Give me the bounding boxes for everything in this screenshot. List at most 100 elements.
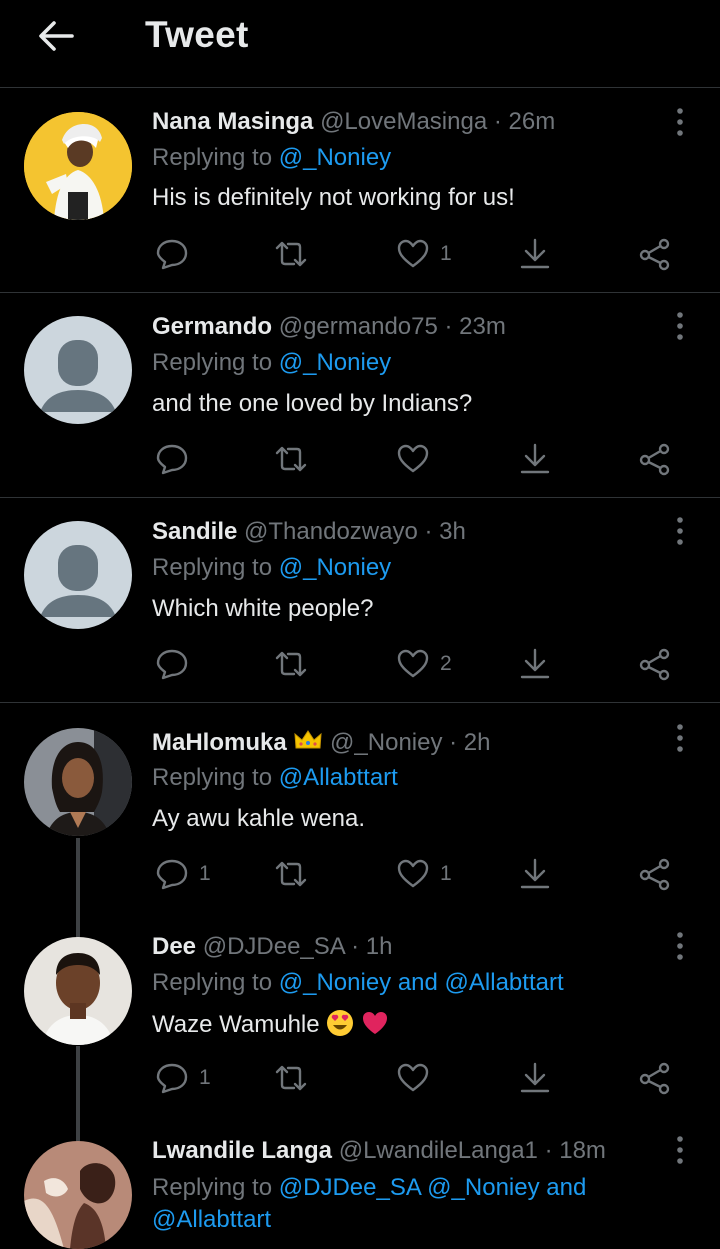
reply-button[interactable]	[155, 644, 199, 684]
more-icon[interactable]	[666, 104, 694, 140]
heart-eyes-emoji-icon	[327, 1010, 354, 1036]
retweet-icon	[275, 861, 307, 887]
reply-button[interactable]: 1	[155, 1058, 211, 1098]
mention-link[interactable]: @Allabttart	[152, 1206, 271, 1233]
more-icon[interactable]	[666, 1132, 694, 1168]
avatar[interactable]	[24, 521, 132, 629]
share-button[interactable]	[638, 1058, 672, 1098]
replying-to: Replying to @DJDee_SA @_Noniey and @Alla…	[152, 1172, 586, 1236]
crown-emoji-icon	[294, 730, 322, 749]
avatar[interactable]	[24, 728, 132, 836]
retweet-icon	[275, 446, 307, 472]
timestamp[interactable]: · 1h	[351, 933, 392, 960]
tweet-meta: Dee @DJDee_SA · 1h	[152, 933, 393, 961]
download-button[interactable]	[518, 644, 552, 684]
replying-label: Replying to	[152, 1174, 273, 1201]
heart-icon	[397, 444, 429, 473]
like-button[interactable]	[396, 439, 440, 479]
reply-icon	[156, 1063, 188, 1094]
retweet-icon	[275, 651, 307, 677]
mention-link[interactable]: @_Noniey and @Allabttart	[279, 969, 564, 996]
retweet-button[interactable]	[274, 854, 308, 894]
timestamp[interactable]: · 23m	[445, 313, 506, 340]
like-button[interactable]: 1	[396, 854, 452, 894]
heart-icon	[397, 239, 429, 268]
author-name[interactable]: Lwandile Langa	[152, 1137, 332, 1164]
more-icon[interactable]	[666, 720, 694, 756]
more-icon[interactable]	[666, 308, 694, 344]
heart-icon	[397, 649, 429, 678]
author-name[interactable]: Dee	[152, 933, 196, 960]
replying-label: Replying to	[152, 764, 273, 791]
share-button[interactable]	[638, 439, 672, 479]
like-button[interactable]	[396, 1058, 440, 1098]
heart-icon	[397, 859, 429, 888]
author-handle[interactable]: @LoveMasinga	[320, 108, 487, 135]
replying-to: Replying to @Allabttart	[152, 762, 398, 794]
share-icon	[639, 443, 670, 476]
more-icon[interactable]	[666, 513, 694, 549]
reply-button[interactable]	[155, 234, 199, 274]
download-icon	[520, 443, 550, 474]
mention-link[interactable]: @_Noniey	[279, 554, 391, 581]
avatar[interactable]	[24, 112, 132, 220]
share-icon	[639, 1062, 670, 1095]
author-handle[interactable]: @_Noniey	[330, 729, 442, 756]
download-icon	[520, 238, 550, 269]
divider	[0, 497, 720, 498]
reply-button[interactable]: 1	[155, 854, 211, 894]
share-button[interactable]	[638, 644, 672, 684]
tweet-meta: Nana Masinga @LoveMasinga · 26m	[152, 108, 555, 136]
author-name[interactable]: Germando	[152, 313, 272, 340]
mention-link[interactable]: @_Noniey	[279, 349, 391, 376]
timestamp[interactable]: · 3h	[425, 518, 466, 545]
like-button[interactable]: 2	[396, 644, 452, 684]
author-handle[interactable]: @Thandozwayo	[244, 518, 418, 545]
download-button[interactable]	[518, 234, 552, 274]
heart-icon	[397, 1063, 429, 1092]
download-button[interactable]	[518, 854, 552, 894]
thread-line	[76, 838, 80, 940]
download-button[interactable]	[518, 1058, 552, 1098]
download-button[interactable]	[518, 439, 552, 479]
retweet-button[interactable]	[274, 439, 308, 479]
avatar[interactable]	[24, 937, 132, 1045]
avatar[interactable]	[24, 316, 132, 424]
timestamp[interactable]: · 2h	[449, 729, 490, 756]
mention-link[interactable]: @Allabttart	[279, 764, 398, 791]
like-count: 1	[440, 242, 452, 265]
timestamp[interactable]: · 18m	[545, 1137, 606, 1164]
retweet-icon	[275, 241, 307, 267]
author-name[interactable]: Sandile	[152, 518, 237, 545]
arrow-left-icon[interactable]	[36, 16, 76, 56]
reply-icon	[156, 649, 188, 680]
mention-link[interactable]: @DJDee_SA @_Noniey and	[279, 1174, 587, 1201]
retweet-button[interactable]	[274, 644, 308, 684]
author-name[interactable]: MaHlomuka	[152, 729, 287, 756]
author-handle[interactable]: @DJDee_SA	[203, 933, 345, 960]
download-icon	[520, 858, 550, 889]
tweet-text: Waze Wamuhle	[152, 1009, 389, 1039]
reply-icon	[156, 239, 188, 270]
replying-label: Replying to	[152, 349, 273, 376]
replying-label: Replying to	[152, 969, 273, 996]
author-handle[interactable]: @germando75	[279, 313, 438, 340]
more-icon[interactable]	[666, 928, 694, 964]
timestamp[interactable]: · 26m	[494, 108, 555, 135]
share-button[interactable]	[638, 234, 672, 274]
like-button[interactable]: 1	[396, 234, 452, 274]
author-name[interactable]: Nana Masinga	[152, 108, 313, 135]
reply-button[interactable]	[155, 439, 199, 479]
tweet-text-content: Waze Wamuhle	[152, 1011, 320, 1038]
retweet-button[interactable]	[274, 1058, 308, 1098]
mention-link[interactable]: @_Noniey	[279, 144, 391, 171]
tweet-text: His is definitely not working for us!	[152, 184, 515, 211]
avatar[interactable]	[24, 1141, 132, 1249]
retweet-button[interactable]	[274, 234, 308, 274]
replying-to: Replying to @_Noniey	[152, 552, 391, 584]
author-handle[interactable]: @LwandileLanga1	[339, 1137, 538, 1164]
share-icon	[639, 648, 670, 681]
replying-label: Replying to	[152, 554, 273, 581]
reply-icon	[156, 444, 188, 475]
share-button[interactable]	[638, 854, 672, 894]
